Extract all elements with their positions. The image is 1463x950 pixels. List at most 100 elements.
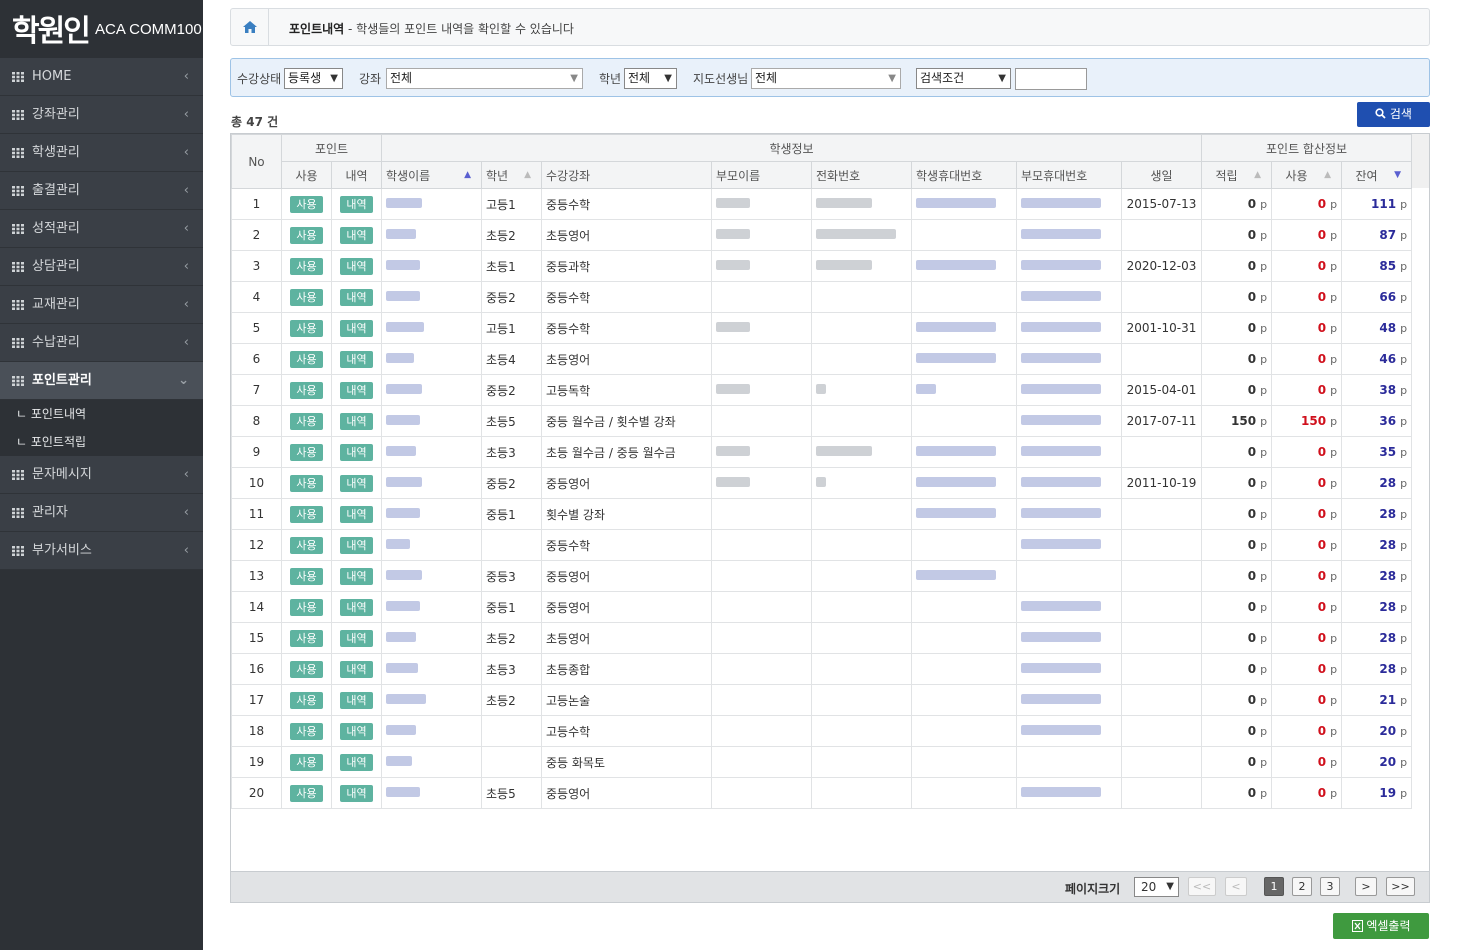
table-row[interactable]: 4 사용 내역 중등2 중등수학 0 p 0 p 66 p	[231, 281, 1413, 313]
sidebar-item-4[interactable]: 성적관리 ‹	[0, 210, 203, 248]
use-button[interactable]: 사용	[290, 381, 323, 399]
history-button[interactable]: 내역	[340, 412, 373, 430]
last-page-button[interactable]: >>	[1386, 877, 1415, 896]
history-button[interactable]: 내역	[340, 722, 373, 740]
sidebar-item-10[interactable]: 관리자 ‹	[0, 494, 203, 532]
history-button[interactable]: 내역	[340, 226, 373, 244]
use-button[interactable]: 사용	[290, 753, 323, 771]
page-3-button[interactable]: 3	[1320, 877, 1340, 896]
use-button[interactable]: 사용	[290, 536, 323, 554]
table-row[interactable]: 19 사용 내역 중등 화목토 0 p 0 p 20 p	[231, 746, 1413, 778]
use-button[interactable]: 사용	[290, 722, 323, 740]
table-row[interactable]: 9 사용 내역 초등3 초등 월수금 / 중등 월수금 0 p 0 p 35 p	[231, 436, 1413, 468]
sidebar-item-7[interactable]: 수납관리 ‹	[0, 324, 203, 362]
col-birth[interactable]: 생일	[1120, 161, 1203, 189]
history-button[interactable]: 내역	[340, 505, 373, 523]
history-button[interactable]: 내역	[340, 784, 373, 802]
sidebar-item-5[interactable]: 상담관리 ‹	[0, 248, 203, 286]
use-button[interactable]: 사용	[290, 443, 323, 461]
use-button[interactable]: 사용	[290, 257, 323, 275]
history-button[interactable]: 내역	[340, 660, 373, 678]
use-button[interactable]: 사용	[290, 598, 323, 616]
table-row[interactable]: 5 사용 내역 고등1 중등수학 2001-10-31 0 p 0 p 48 p	[231, 312, 1413, 344]
sidebar-item-9[interactable]: 문자메시지 ‹	[0, 456, 203, 494]
table-row[interactable]: 10 사용 내역 중등2 중등영어 2011-10-19 0 p 0 p 28 p	[231, 467, 1413, 499]
first-page-button[interactable]: <<	[1188, 877, 1216, 896]
use-button[interactable]: 사용	[290, 474, 323, 492]
excel-export-button[interactable]: 엑셀출력	[1333, 913, 1429, 939]
sidebar-item-1[interactable]: 강좌관리 ‹	[0, 96, 203, 134]
table-row[interactable]: 3 사용 내역 초등1 중등과학 2020-12-03 0 p 0 p 85 p	[231, 250, 1413, 282]
table-row[interactable]: 2 사용 내역 초등2 초등영어 0 p 0 p 87 p	[231, 219, 1413, 251]
history-button[interactable]: 내역	[340, 598, 373, 616]
page-1-button[interactable]: 1	[1264, 877, 1284, 896]
table-row[interactable]: 14 사용 내역 중등1 중등영어 0 p 0 p 28 p	[231, 591, 1413, 623]
col-parent-mobile[interactable]: 부모휴대번호	[1016, 161, 1122, 189]
history-button[interactable]: 내역	[340, 443, 373, 461]
submenu-item-1[interactable]: ㄴ 포인트적립	[0, 428, 203, 456]
search-input[interactable]	[1015, 68, 1087, 90]
table-row[interactable]: 6 사용 내역 초등4 초등영어 0 p 0 p 46 p	[231, 343, 1413, 375]
sidebar-item-6[interactable]: 교재관리 ‹	[0, 286, 203, 324]
col-spent[interactable]: 사용 ▲	[1271, 161, 1343, 189]
table-row[interactable]: 13 사용 내역 중등3 중등영어 0 p 0 p 28 p	[231, 560, 1413, 592]
col-balance[interactable]: 잔여 ▼	[1341, 161, 1413, 189]
use-button[interactable]: 사용	[290, 412, 323, 430]
sidebar-item-2[interactable]: 학생관리 ‹	[0, 134, 203, 172]
table-row[interactable]: 1 사용 내역 고등1 중등수학 2015-07-13 0 p 0 p 111 p	[231, 188, 1413, 220]
history-button[interactable]: 내역	[340, 288, 373, 306]
col-student-name[interactable]: 학생이름 ▲	[381, 161, 482, 189]
prev-page-button[interactable]: <	[1225, 877, 1247, 896]
history-button[interactable]: 내역	[340, 536, 373, 554]
table-row[interactable]: 15 사용 내역 초등2 초등영어 0 p 0 p 28 p	[231, 622, 1413, 654]
grade-select[interactable]: 전체 ▼	[624, 68, 677, 89]
use-button[interactable]: 사용	[290, 784, 323, 802]
use-button[interactable]: 사용	[290, 195, 323, 213]
use-button[interactable]: 사용	[290, 226, 323, 244]
col-phone[interactable]: 전화번호	[811, 161, 912, 189]
history-button[interactable]: 내역	[340, 567, 373, 585]
col-student-mobile[interactable]: 학생휴대번호	[911, 161, 1017, 189]
course-select[interactable]: 전체 ▼	[386, 68, 583, 89]
table-row[interactable]: 18 사용 내역 고등수학 0 p 0 p 20 p	[231, 715, 1413, 747]
home-icon[interactable]	[231, 9, 269, 45]
history-button[interactable]: 내역	[340, 629, 373, 647]
use-button[interactable]: 사용	[290, 567, 323, 585]
submenu-item-0[interactable]: ㄴ 포인트내역	[0, 400, 203, 428]
table-row[interactable]: 11 사용 내역 중등1 횟수별 강좌 0 p 0 p 28 p	[231, 498, 1413, 530]
table-row[interactable]: 12 사용 내역 중등수학 0 p 0 p 28 p	[231, 529, 1413, 561]
status-select[interactable]: 등록생 ▼	[284, 68, 343, 89]
table-row[interactable]: 20 사용 내역 초등5 중등영어 0 p 0 p 19 p	[231, 777, 1413, 809]
use-button[interactable]: 사용	[290, 319, 323, 337]
history-button[interactable]: 내역	[340, 753, 373, 771]
history-button[interactable]: 내역	[340, 319, 373, 337]
col-course[interactable]: 수강강좌	[541, 161, 712, 189]
table-row[interactable]: 7 사용 내역 중등2 고등독학 2015-04-01 0 p 0 p 38 p	[231, 374, 1413, 406]
history-button[interactable]: 내역	[340, 474, 373, 492]
history-button[interactable]: 내역	[340, 691, 373, 709]
use-button[interactable]: 사용	[290, 660, 323, 678]
table-row[interactable]: 17 사용 내역 초등2 고등논술 0 p 0 p 21 p	[231, 684, 1413, 716]
search-button[interactable]: 검색	[1357, 102, 1430, 127]
col-grade[interactable]: 학년 ▲	[481, 161, 542, 189]
sidebar-item-11[interactable]: 부가서비스 ‹	[0, 532, 203, 570]
next-page-button[interactable]: >	[1355, 877, 1377, 896]
use-button[interactable]: 사용	[290, 691, 323, 709]
col-parent-name[interactable]: 부모이름	[711, 161, 812, 189]
col-no[interactable]: No	[231, 134, 282, 189]
page-2-button[interactable]: 2	[1292, 877, 1312, 896]
logo[interactable]: 학원인 ACA COMM100	[0, 0, 203, 56]
condition-select[interactable]: 검색조건 ▼	[916, 68, 1011, 89]
page-size-select[interactable]: 20 ▼	[1134, 877, 1179, 897]
sidebar-item-3[interactable]: 출결관리 ‹	[0, 172, 203, 210]
teacher-select[interactable]: 전체 ▼	[751, 68, 901, 89]
use-button[interactable]: 사용	[290, 505, 323, 523]
use-button[interactable]: 사용	[290, 350, 323, 368]
col-earn[interactable]: 적립 ▲	[1201, 161, 1273, 189]
table-row[interactable]: 8 사용 내역 초등5 중등 월수금 / 횟수별 강좌 2017-07-11 150 p 150…	[231, 405, 1413, 437]
history-button[interactable]: 내역	[340, 350, 373, 368]
use-button[interactable]: 사용	[290, 288, 323, 306]
sidebar-item-0[interactable]: HOME ‹	[0, 58, 203, 96]
table-row[interactable]: 16 사용 내역 초등3 초등종합 0 p 0 p 28 p	[231, 653, 1413, 685]
history-button[interactable]: 내역	[340, 381, 373, 399]
